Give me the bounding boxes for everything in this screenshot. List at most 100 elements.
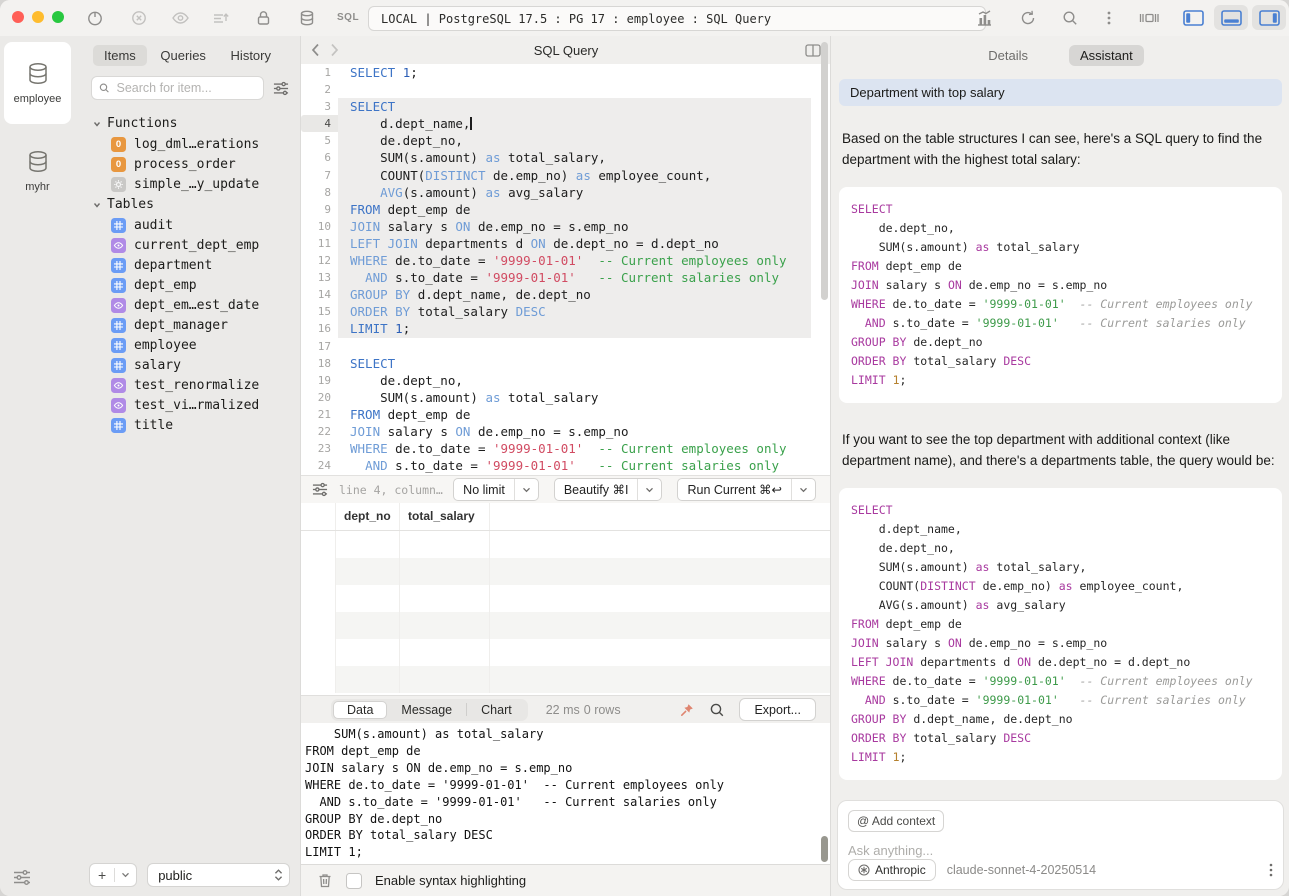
column-header-total_salary[interactable]: total_salary bbox=[400, 503, 490, 530]
table-row[interactable] bbox=[301, 531, 831, 558]
connection-employee[interactable]: employee bbox=[4, 42, 71, 124]
tree-section-functions[interactable]: Functions bbox=[75, 113, 300, 134]
sidebar-item-salary[interactable]: salary bbox=[75, 355, 300, 375]
editor-line-18[interactable]: 18SELECT bbox=[301, 355, 831, 372]
sidebar-item-dept_manager[interactable]: dept_manager bbox=[75, 315, 300, 335]
panel-right-toggle[interactable] bbox=[1252, 5, 1286, 30]
filter-sliders-icon[interactable] bbox=[311, 482, 329, 497]
filter-sliders-icon[interactable] bbox=[12, 869, 32, 886]
sidebar-tab-items[interactable]: Items bbox=[93, 45, 147, 66]
model-name[interactable]: claude-sonnet-4-20250514 bbox=[947, 863, 1096, 877]
add-item-button[interactable]: + bbox=[89, 863, 137, 887]
editor-line-9[interactable]: 9FROM dept_emp de bbox=[301, 201, 831, 218]
editor-line-8[interactable]: 8 AVG(s.amount) as avg_salary bbox=[301, 184, 831, 201]
add-context-button[interactable]: @ Add context bbox=[848, 810, 944, 832]
item-search[interactable] bbox=[91, 76, 264, 100]
zoom-window-button[interactable] bbox=[52, 11, 64, 23]
panel-bottom-toggle[interactable] bbox=[1214, 5, 1248, 30]
table-row[interactable] bbox=[301, 558, 831, 585]
editor-line-6[interactable]: 6 SUM(s.amount) as total_salary, bbox=[301, 149, 831, 166]
refresh-icon[interactable] bbox=[1019, 9, 1037, 27]
tree-section-tables[interactable]: Tables bbox=[75, 194, 300, 215]
editor-line-1[interactable]: 1SELECT 1; bbox=[301, 64, 831, 81]
chevron-down-icon[interactable] bbox=[115, 872, 136, 878]
editor-line-3[interactable]: 3SELECT bbox=[301, 98, 831, 115]
beautify-button[interactable]: Beautify ⌘I bbox=[554, 478, 663, 501]
editor-line-4[interactable]: 4 d.dept_name, bbox=[301, 115, 831, 132]
output-scrollbar[interactable] bbox=[821, 836, 828, 862]
sidebar-item-simple_y_update[interactable]: simple_…y_update bbox=[75, 174, 300, 194]
editor-line-12[interactable]: 12WHERE de.to_date = '9999-01-01' -- Cur… bbox=[301, 252, 831, 269]
sidebar-item-current_dept_emp[interactable]: current_dept_emp bbox=[75, 235, 300, 255]
import-icon[interactable] bbox=[211, 9, 230, 27]
editor-line-11[interactable]: 11LEFT JOIN departments d ON de.dept_no … bbox=[301, 235, 831, 252]
forward-icon[interactable] bbox=[330, 43, 339, 57]
editor-line-21[interactable]: 21FROM dept_emp de bbox=[301, 406, 831, 423]
filter-sliders-icon[interactable] bbox=[272, 81, 290, 96]
editor-line-17[interactable]: 17 bbox=[301, 338, 831, 355]
editor-line-5[interactable]: 5 de.dept_no, bbox=[301, 132, 831, 149]
sidebar-item-title[interactable]: title bbox=[75, 415, 300, 435]
disconnect-icon[interactable] bbox=[130, 9, 148, 27]
sidebar-item-log_dmlerations[interactable]: 0log_dml…erations bbox=[75, 134, 300, 154]
editor-line-19[interactable]: 19 de.dept_no, bbox=[301, 372, 831, 389]
sidebar-item-test_renormalize[interactable]: test_renormalize bbox=[75, 375, 300, 395]
power-icon[interactable] bbox=[86, 9, 104, 27]
tab-assistant[interactable]: Assistant bbox=[1069, 45, 1144, 66]
editor-line-20[interactable]: 20 SUM(s.amount) as total_salary bbox=[301, 389, 831, 406]
lock-icon[interactable] bbox=[255, 9, 272, 27]
editor-line-10[interactable]: 10JOIN salary s ON de.emp_no = s.emp_no bbox=[301, 218, 831, 235]
search-results-icon[interactable] bbox=[709, 702, 725, 718]
sidebar-item-process_order[interactable]: 0process_order bbox=[75, 154, 300, 174]
database-icon[interactable] bbox=[298, 9, 316, 27]
tab-details[interactable]: Details bbox=[977, 45, 1039, 66]
editor-scrollbar[interactable] bbox=[821, 42, 828, 300]
table-row[interactable] bbox=[301, 639, 831, 666]
minimize-window-button[interactable] bbox=[32, 11, 44, 23]
chart-icon[interactable] bbox=[975, 9, 994, 28]
editor-line-7[interactable]: 7 COUNT(DISTINCT de.emp_no) as employee_… bbox=[301, 167, 831, 184]
window-layout-icon[interactable] bbox=[1138, 9, 1160, 27]
sidebar-item-employee[interactable]: employee bbox=[75, 335, 300, 355]
sidebar-tab-queries[interactable]: Queries bbox=[149, 45, 217, 66]
search-icon[interactable] bbox=[1061, 9, 1079, 27]
editor-line-15[interactable]: 15ORDER BY total_salary DESC bbox=[301, 303, 831, 320]
assistant-input-card[interactable]: @ Add context Ask anything... Anthropic … bbox=[837, 800, 1284, 890]
sidebar-item-department[interactable]: department bbox=[75, 255, 300, 275]
more-vertical-icon[interactable] bbox=[1269, 863, 1273, 877]
sidebar-item-test_virmalized[interactable]: test_vi…rmalized bbox=[75, 395, 300, 415]
more-icon[interactable] bbox=[1106, 9, 1112, 27]
run-current-button[interactable]: Run Current ⌘↩ bbox=[677, 478, 816, 501]
eye-icon[interactable] bbox=[171, 9, 190, 27]
output-tab-chart[interactable]: Chart bbox=[467, 701, 526, 719]
output-tab-message[interactable]: Message bbox=[387, 701, 466, 719]
column-header-dept_no[interactable]: dept_no bbox=[336, 503, 400, 530]
editor-line-22[interactable]: 22JOIN salary s ON de.emp_no = s.emp_no bbox=[301, 423, 831, 440]
trash-icon[interactable] bbox=[317, 872, 333, 889]
editor-line-14[interactable]: 14GROUP BY d.dept_name, de.dept_no bbox=[301, 286, 831, 303]
back-icon[interactable] bbox=[311, 43, 320, 57]
editor-line-13[interactable]: 13 AND s.to_date = '9999-01-01' -- Curre… bbox=[301, 269, 831, 286]
editor-line-16[interactable]: 16LIMIT 1; bbox=[301, 320, 831, 337]
ask-input[interactable]: Ask anything... bbox=[848, 843, 1273, 858]
search-input[interactable] bbox=[115, 80, 256, 96]
pin-icon[interactable] bbox=[679, 702, 695, 718]
table-row[interactable] bbox=[301, 666, 831, 693]
connection-myhr[interactable]: myhr bbox=[4, 130, 71, 212]
sidebar-tab-history[interactable]: History bbox=[220, 45, 282, 66]
output-tab-data[interactable]: Data bbox=[333, 701, 387, 719]
schema-select[interactable]: public bbox=[147, 863, 290, 887]
sidebar-item-audit[interactable]: audit bbox=[75, 215, 300, 235]
editor-line-23[interactable]: 23WHERE de.to_date = '9999-01-01' -- Cur… bbox=[301, 440, 831, 457]
sidebar-item-dept_emp[interactable]: dept_emp bbox=[75, 275, 300, 295]
editor-line-2[interactable]: 2 bbox=[301, 81, 831, 98]
table-row[interactable] bbox=[301, 585, 831, 612]
close-window-button[interactable] bbox=[12, 11, 24, 23]
sidebar-item-dept_emest_date[interactable]: dept_em…est_date bbox=[75, 295, 300, 315]
panel-left-toggle[interactable] bbox=[1176, 5, 1210, 30]
provider-select[interactable]: Anthropic bbox=[848, 859, 936, 881]
syntax-highlight-checkbox[interactable] bbox=[346, 873, 362, 889]
table-row[interactable] bbox=[301, 612, 831, 639]
editor-code[interactable]: 1SELECT 1;23SELECT4 d.dept_name,5 de.dep… bbox=[301, 64, 831, 475]
editor-line-24[interactable]: 24 AND s.to_date = '9999-01-01' -- Curre… bbox=[301, 457, 831, 474]
